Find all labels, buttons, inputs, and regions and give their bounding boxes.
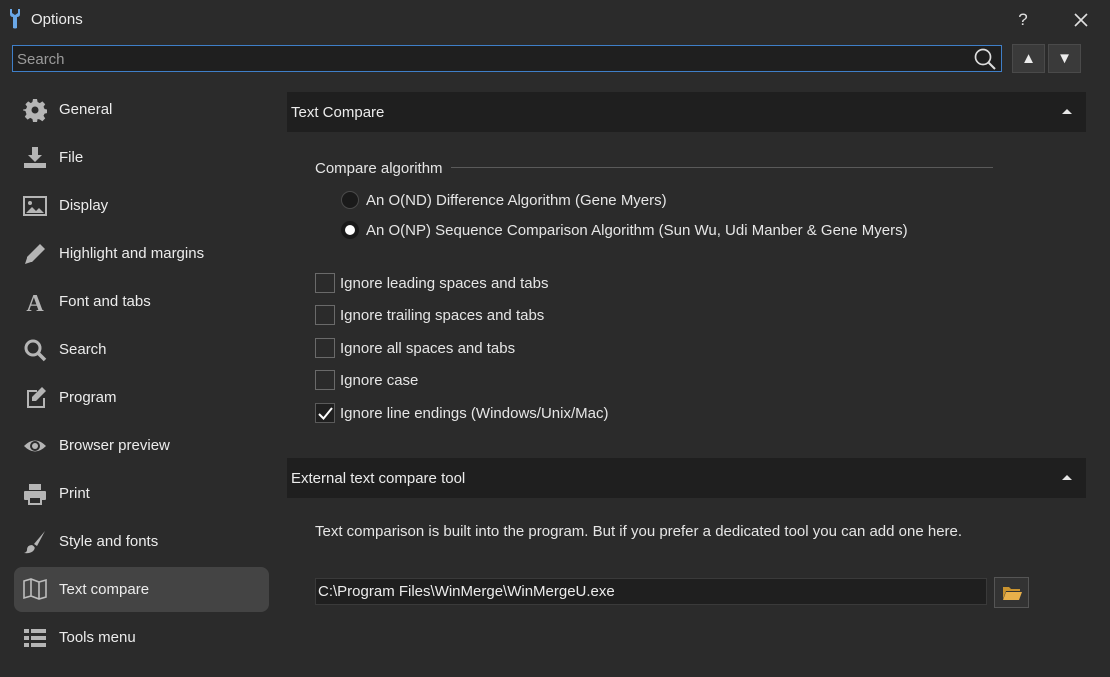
sidebar-item-label: Highlight and margins bbox=[59, 245, 205, 262]
sidebar: General File Display Highlight and margi… bbox=[14, 86, 269, 662]
external-tool-header[interactable]: External text compare tool bbox=[287, 458, 1086, 498]
collapse-icon[interactable] bbox=[1062, 474, 1072, 482]
gear-icon bbox=[23, 98, 48, 122]
checkmark-icon bbox=[318, 407, 333, 420]
sidebar-item-font-and-tabs[interactable]: A Font and tabs bbox=[14, 278, 269, 326]
search-next-button[interactable]: ▼ bbox=[1048, 44, 1081, 73]
checkbox-label: Ignore all spaces and tabs bbox=[340, 340, 516, 357]
pencil-icon bbox=[23, 242, 47, 266]
sidebar-item-file[interactable]: File bbox=[14, 134, 269, 182]
radio-label: An O(NP) Sequence Comparison Algorithm (… bbox=[366, 222, 908, 239]
image-icon bbox=[23, 194, 47, 218]
text-compare-header[interactable]: Text Compare bbox=[287, 92, 1086, 132]
map-icon bbox=[23, 577, 47, 601]
sidebar-item-label: Search bbox=[59, 341, 107, 358]
search-icon bbox=[23, 338, 47, 362]
sidebar-item-highlight-and-margins[interactable]: Highlight and margins bbox=[14, 230, 269, 278]
compare-algorithm-label: Compare algorithm bbox=[315, 160, 443, 177]
checkbox[interactable] bbox=[315, 370, 335, 390]
checkbox-label: Ignore leading spaces and tabs bbox=[340, 275, 549, 292]
radio-label: An O(ND) Difference Algorithm (Gene Myer… bbox=[366, 192, 667, 209]
checkbox[interactable] bbox=[315, 273, 335, 293]
help-button[interactable]: ? bbox=[1010, 7, 1036, 33]
search-previous-button[interactable]: ▲ bbox=[1012, 44, 1045, 73]
sidebar-item-label: Style and fonts bbox=[59, 533, 159, 550]
sidebar-item-label: Print bbox=[59, 485, 90, 502]
sidebar-item-label: Browser preview bbox=[59, 437, 170, 454]
edit-icon bbox=[23, 386, 47, 410]
title-bar: Options ? bbox=[0, 0, 1110, 40]
list-icon bbox=[23, 626, 47, 650]
search-icon[interactable] bbox=[972, 47, 998, 71]
sidebar-item-label: Tools menu bbox=[59, 629, 136, 646]
external-tool-description: Text comparison is built into the progra… bbox=[315, 523, 963, 540]
window-title: Options bbox=[31, 11, 83, 28]
printer-icon bbox=[23, 482, 47, 506]
checkbox-label: Ignore case bbox=[340, 372, 419, 389]
close-icon[interactable] bbox=[1068, 7, 1094, 33]
wrench-icon bbox=[10, 9, 20, 29]
sidebar-item-browser-preview[interactable]: Browser preview bbox=[14, 422, 269, 470]
sidebar-item-label: Font and tabs bbox=[59, 293, 151, 310]
checkbox[interactable] bbox=[315, 338, 335, 358]
folder-icon bbox=[1003, 587, 1022, 600]
sidebar-item-label: File bbox=[59, 149, 84, 166]
sidebar-item-label: General bbox=[59, 101, 113, 118]
section-title: Text Compare bbox=[291, 104, 385, 121]
sidebar-item-tools-menu[interactable]: Tools menu bbox=[14, 614, 269, 662]
sidebar-item-label: Display bbox=[59, 197, 109, 214]
checkbox[interactable] bbox=[315, 403, 335, 423]
sidebar-item-display[interactable]: Display bbox=[14, 182, 269, 230]
search-box bbox=[12, 45, 1002, 72]
checkbox-label: Ignore line endings (Windows/Unix/Mac) bbox=[340, 405, 609, 422]
radio-button[interactable] bbox=[341, 191, 359, 209]
external-tool-path-input[interactable] bbox=[315, 578, 987, 605]
sidebar-item-label: Program bbox=[59, 389, 117, 406]
group-divider bbox=[451, 167, 993, 168]
sidebar-item-print[interactable]: Print bbox=[14, 470, 269, 518]
radio-button[interactable] bbox=[341, 221, 359, 239]
download-icon bbox=[23, 146, 47, 170]
section-title: External text compare tool bbox=[291, 470, 466, 487]
search-input[interactable] bbox=[17, 49, 957, 69]
checkbox[interactable] bbox=[315, 305, 335, 325]
brush-icon bbox=[23, 530, 47, 554]
sidebar-item-search[interactable]: Search bbox=[14, 326, 269, 374]
sidebar-item-style-and-fonts[interactable]: Style and fonts bbox=[14, 518, 269, 566]
checkbox-label: Ignore trailing spaces and tabs bbox=[340, 307, 545, 324]
font-icon: A bbox=[23, 290, 47, 317]
sidebar-item-general[interactable]: General bbox=[14, 86, 269, 134]
sidebar-item-program[interactable]: Program bbox=[14, 374, 269, 422]
svg-text:A: A bbox=[26, 291, 44, 314]
eye-icon bbox=[23, 434, 47, 458]
sidebar-item-label: Text compare bbox=[59, 581, 150, 598]
browse-button[interactable] bbox=[994, 577, 1029, 608]
sidebar-item-text-compare[interactable]: Text compare bbox=[14, 567, 269, 612]
collapse-icon[interactable] bbox=[1062, 108, 1072, 116]
